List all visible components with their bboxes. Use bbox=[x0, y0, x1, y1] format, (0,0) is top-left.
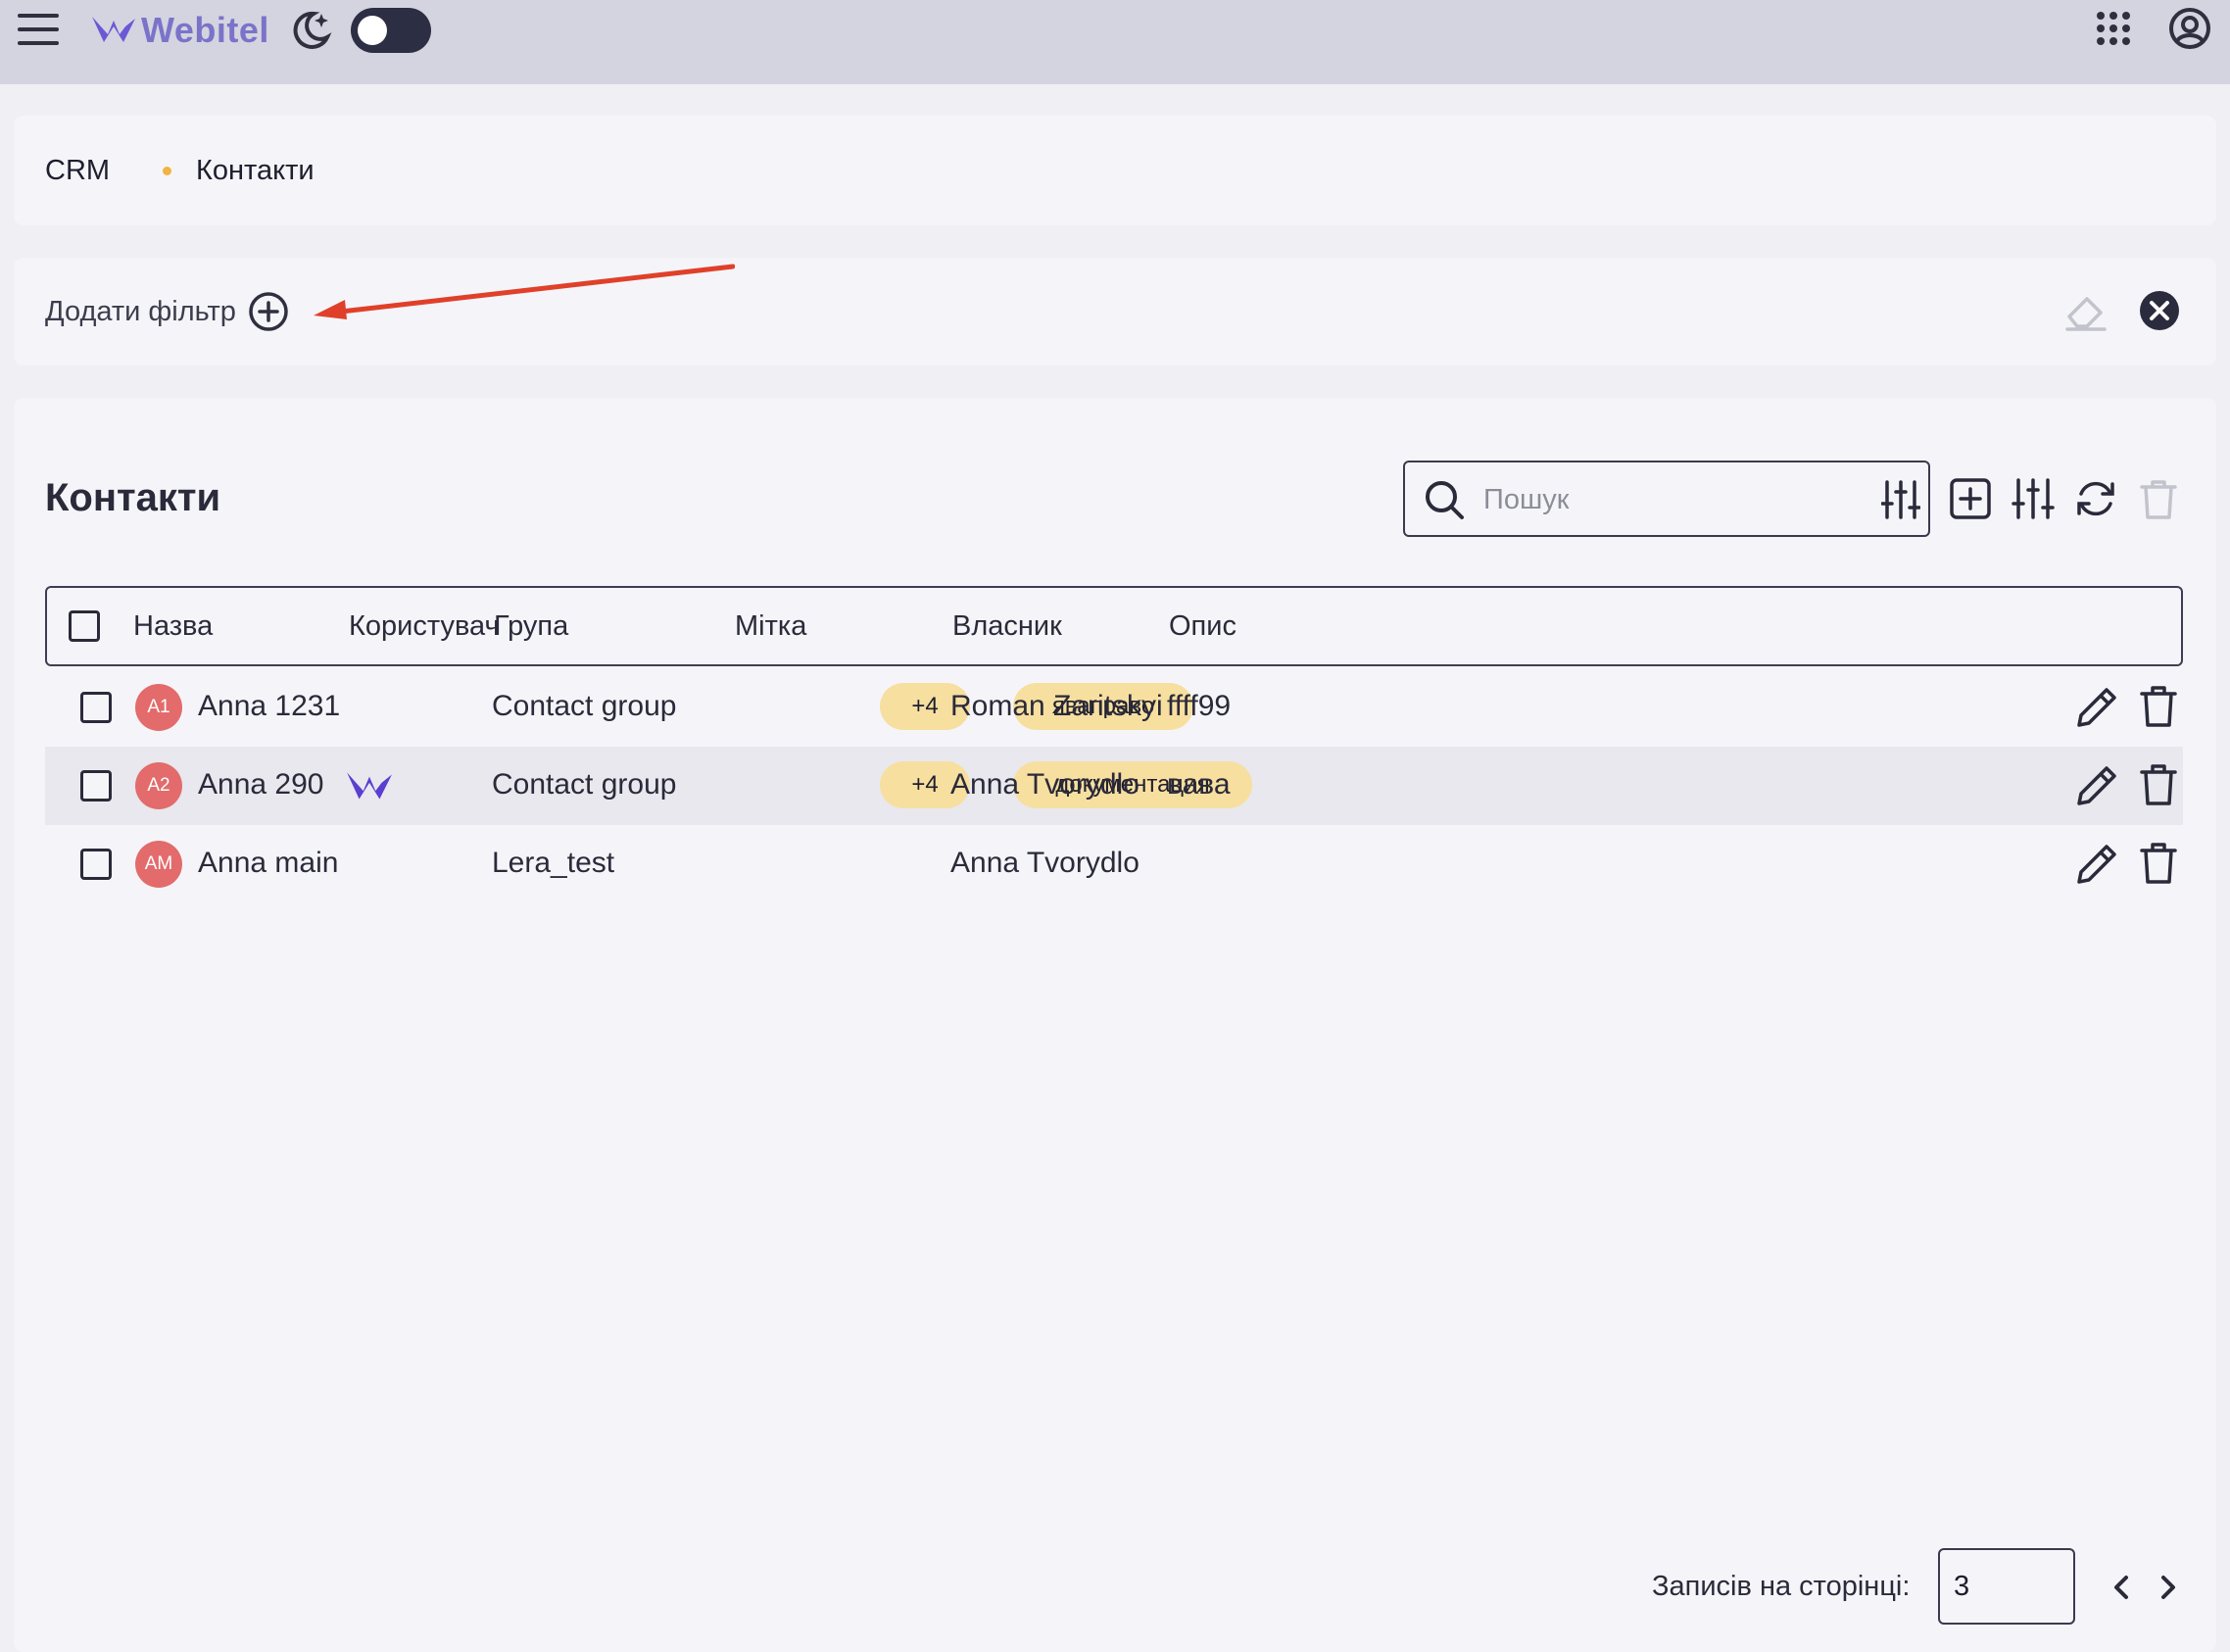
breadcrumb-separator bbox=[163, 167, 171, 175]
table-row[interactable]: AM Anna main Lera_test Anna Tvorydlo bbox=[45, 825, 2183, 903]
page-title: Контакти bbox=[45, 476, 221, 519]
contact-group: Contact group bbox=[492, 768, 677, 801]
edit-pencil-icon[interactable] bbox=[2073, 839, 2118, 888]
annotation-arrow bbox=[314, 264, 735, 319]
row-checkbox[interactable] bbox=[80, 692, 112, 723]
avatar: A2 bbox=[135, 762, 182, 809]
row-checkbox[interactable] bbox=[80, 849, 112, 880]
select-all-checkbox[interactable] bbox=[69, 610, 100, 642]
table-row[interactable]: A2 Anna 290 Contact group +4 документаци… bbox=[45, 747, 2183, 825]
column-header-user[interactable]: Користувач bbox=[349, 610, 500, 643]
column-header-owner[interactable]: Власник bbox=[952, 610, 1062, 643]
chevron-left-icon[interactable] bbox=[2105, 1570, 2140, 1605]
breadcrumb-current: Контакти bbox=[196, 155, 315, 186]
contact-description: вава bbox=[1167, 768, 1231, 801]
search-box bbox=[1403, 461, 1930, 537]
per-page-input[interactable] bbox=[1938, 1548, 2075, 1625]
add-filter-label: Додати фільтр bbox=[45, 295, 236, 327]
contacts-panel: Контакти Назва Користувач Група Мітка bbox=[14, 398, 2216, 1652]
refresh-icon[interactable] bbox=[2073, 476, 2118, 521]
avatar: A1 bbox=[135, 684, 182, 731]
webitel-logo-icon bbox=[92, 17, 135, 42]
breadcrumb-root[interactable]: CRM bbox=[45, 155, 110, 187]
theme-toggle[interactable] bbox=[351, 8, 431, 53]
menu-icon[interactable] bbox=[18, 14, 59, 45]
contact-description: ffff99 bbox=[1167, 690, 1232, 722]
contact-owner: Anna Tvorydlo bbox=[950, 768, 1139, 801]
theme-moon-icon[interactable] bbox=[288, 8, 333, 53]
top-bar: Webitel bbox=[0, 0, 2230, 84]
contact-name[interactable]: Anna 1231 bbox=[198, 690, 340, 723]
table-header: Назва Користувач Група Мітка Власник Опи… bbox=[45, 586, 2183, 666]
table-row[interactable]: A1 Anna 1231 Contact group +4 яваправо R… bbox=[45, 668, 2183, 747]
close-circle-icon[interactable] bbox=[2138, 289, 2181, 332]
app-logo[interactable]: Webitel bbox=[90, 6, 269, 55]
trash-icon[interactable] bbox=[2136, 839, 2181, 888]
trash-icon[interactable] bbox=[2136, 760, 2181, 809]
column-header-group[interactable]: Група bbox=[494, 610, 568, 643]
contact-group: Lera_test bbox=[492, 847, 615, 879]
add-circle-icon bbox=[249, 292, 288, 331]
brand-name: Webitel bbox=[141, 10, 269, 50]
search-icon[interactable] bbox=[1423, 478, 1466, 521]
filter-settings-icon[interactable] bbox=[1881, 478, 1920, 521]
per-page-label: Записів на сторінці: bbox=[1652, 1571, 1911, 1602]
account-icon[interactable] bbox=[2167, 6, 2212, 51]
avatar: AM bbox=[135, 841, 182, 888]
contact-group: Contact group bbox=[492, 690, 677, 722]
column-header-label[interactable]: Мітка bbox=[735, 610, 806, 643]
trash-icon[interactable] bbox=[2136, 682, 2181, 731]
search-input[interactable] bbox=[1481, 476, 1858, 523]
add-square-icon[interactable] bbox=[1948, 476, 1993, 521]
columns-settings-icon[interactable] bbox=[2011, 476, 2056, 521]
contact-name[interactable]: Anna main bbox=[198, 847, 338, 880]
contact-owner: Anna Tvorydlo bbox=[950, 847, 1139, 879]
edit-pencil-icon[interactable] bbox=[2073, 760, 2118, 809]
edit-pencil-icon[interactable] bbox=[2073, 682, 2118, 731]
row-checkbox[interactable] bbox=[80, 770, 112, 802]
user-webitel-icon bbox=[347, 772, 392, 800]
add-filter-button[interactable]: Додати фільтр bbox=[45, 291, 289, 332]
chevron-right-icon[interactable] bbox=[2150, 1570, 2185, 1605]
breadcrumb: CRM Контакти bbox=[14, 116, 2216, 225]
contact-name[interactable]: Anna 290 bbox=[198, 768, 323, 802]
column-header-name[interactable]: Назва bbox=[133, 610, 213, 643]
eraser-icon[interactable] bbox=[2061, 289, 2109, 332]
trash-icon[interactable] bbox=[2136, 476, 2181, 521]
apps-grid-icon[interactable] bbox=[2097, 12, 2130, 45]
column-header-description[interactable]: Опис bbox=[1169, 610, 1236, 643]
contact-owner: Roman Zaritskyi bbox=[950, 690, 1163, 722]
